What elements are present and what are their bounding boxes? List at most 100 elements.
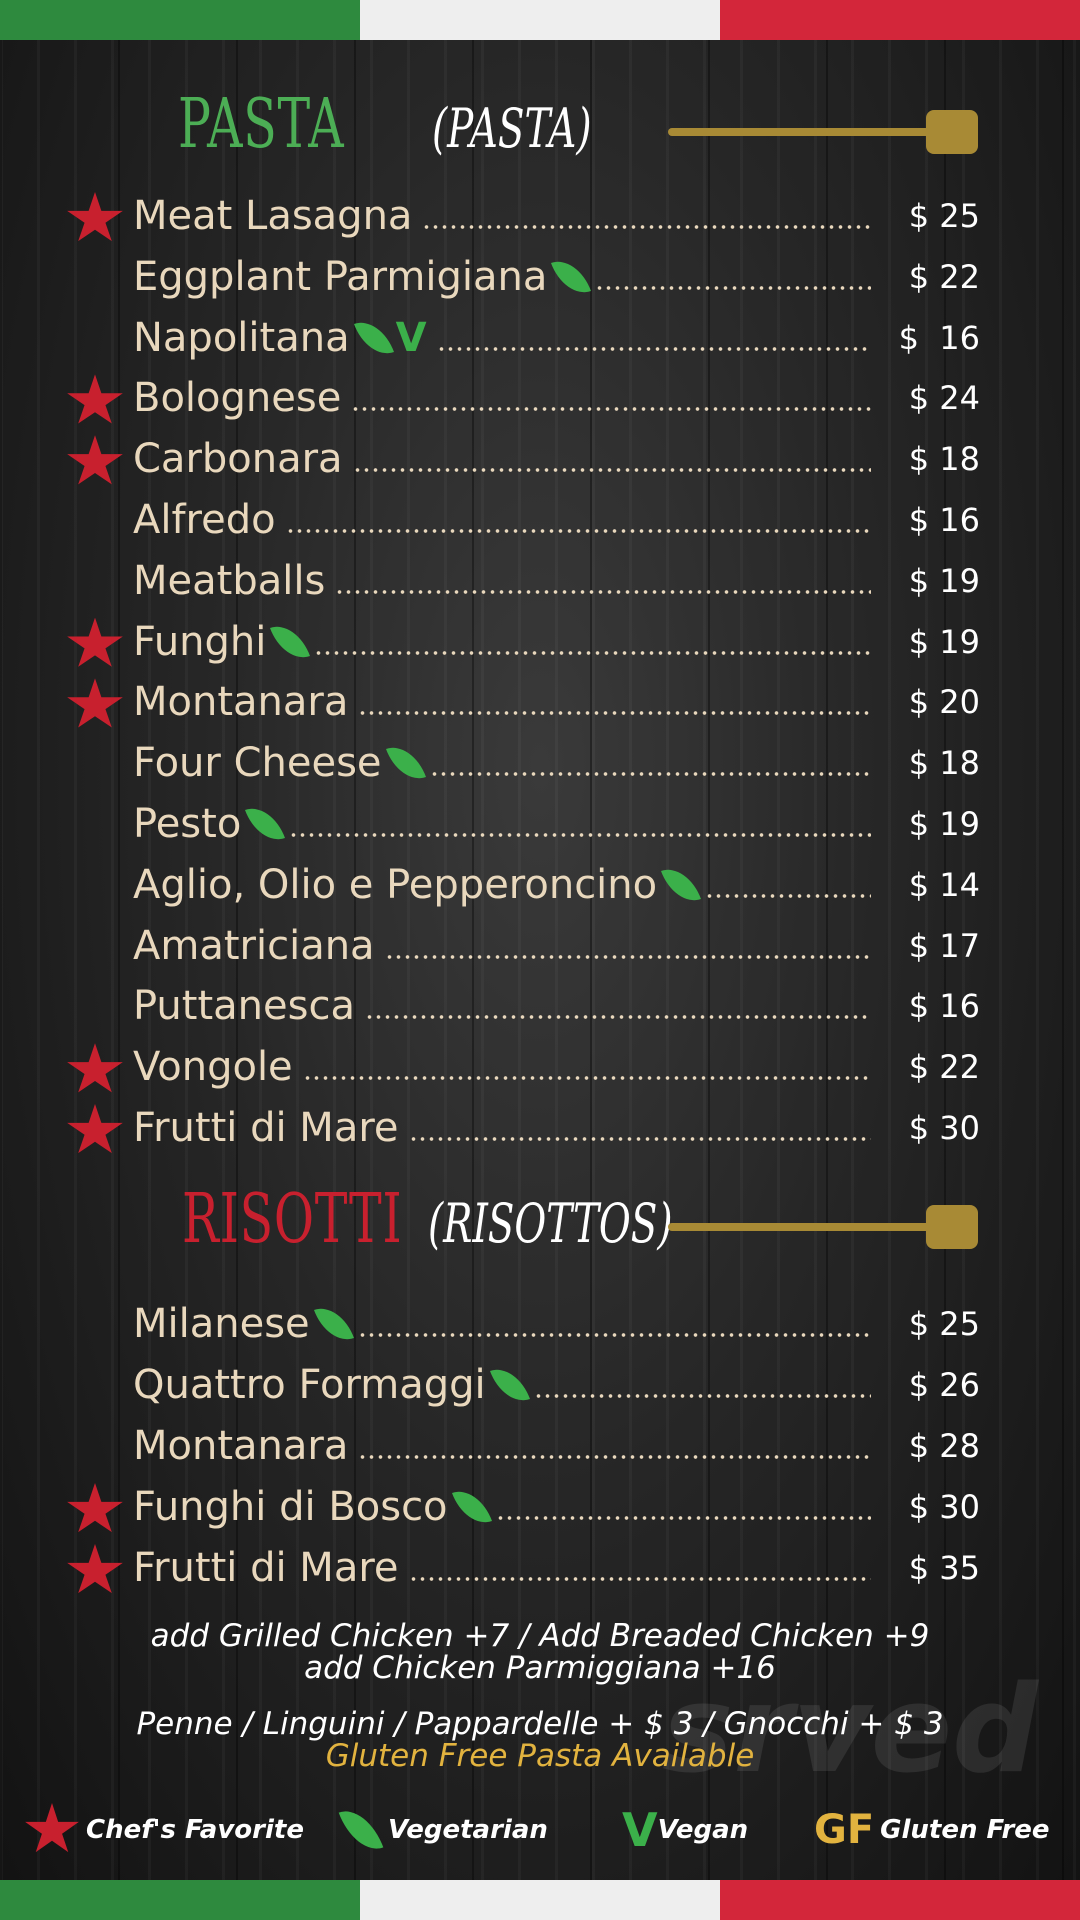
menu-item-name: Vongole bbox=[133, 1044, 293, 1091]
menu-item-label: Amatriciana bbox=[133, 918, 871, 974]
menu-item-name: Carbonara bbox=[133, 436, 343, 483]
menu-item: Montanara $ 20 bbox=[0, 674, 1080, 730]
menu-item-price: $ 30 bbox=[908, 1109, 980, 1147]
dot-leader bbox=[422, 224, 871, 230]
flag-green-stripe bbox=[0, 0, 360, 40]
menu-item-name: Alfredo bbox=[133, 497, 276, 543]
menu-item-price: $ 18 bbox=[908, 440, 980, 479]
menu-item: Aglio, Olio e Pepperoncino $ 14 bbox=[0, 857, 1080, 913]
menu-item-name: Bolognese bbox=[133, 375, 342, 422]
menu-item-name: Four Cheese bbox=[133, 740, 382, 787]
menu-item-name: Meatballs bbox=[133, 557, 326, 604]
menu-item-price: $ 22 bbox=[908, 257, 980, 296]
flag-white-stripe bbox=[360, 1880, 720, 1920]
red-star-icon bbox=[67, 1544, 123, 1594]
menu-item-label: Frutti di Mare bbox=[133, 1100, 871, 1156]
spoon-icon bbox=[668, 1203, 978, 1253]
legend-vegetarian-label: Vegetarian bbox=[388, 1815, 548, 1845]
flag-red-stripe bbox=[720, 1880, 1080, 1920]
legend-favorite-label: Chef's Favorite bbox=[86, 1815, 304, 1845]
menu-item-price: $ 35 bbox=[908, 1549, 980, 1587]
green-leaf-icon bbox=[338, 1802, 384, 1858]
menu-item: Puttanesca $ 16 bbox=[0, 978, 1080, 1034]
menu-item-label: Meat Lasagna bbox=[133, 188, 871, 244]
dot-leader bbox=[429, 771, 871, 778]
dot-leader bbox=[595, 284, 871, 291]
green-leaf-icon bbox=[313, 1300, 354, 1348]
dot-leader bbox=[408, 1576, 871, 1582]
menu-item: Bolognese $ 24 bbox=[0, 370, 1080, 426]
menu-item: Vongole $ 22 bbox=[0, 1039, 1080, 1095]
menu-item-label: Alfredo bbox=[133, 492, 871, 548]
dot-leader bbox=[364, 1014, 871, 1021]
green-v-icon: V bbox=[622, 1803, 658, 1857]
menu-item-label: Eggplant Parmigiana bbox=[133, 249, 871, 305]
legend-vegetarian: Vegetarian bbox=[338, 1800, 548, 1860]
dot-leader bbox=[285, 528, 871, 534]
risotti-section-header: RISOTTI (RISOTTOS) bbox=[0, 1170, 1080, 1280]
red-star-icon bbox=[67, 1104, 123, 1154]
gluten-free-note: Gluten Free Pasta Available bbox=[325, 1738, 755, 1774]
chicken-addon-note-2: add Chicken Parmiggiana +16 bbox=[304, 1650, 776, 1686]
flag-green-stripe bbox=[0, 1880, 360, 1920]
menu-item: Carbonara $ 18 bbox=[0, 431, 1080, 487]
menu-item-label: Pesto bbox=[133, 796, 871, 852]
menu-item-label: Puttanesca bbox=[133, 978, 871, 1034]
menu-item-name: Meat Lasagna bbox=[133, 193, 413, 239]
spoon-head bbox=[926, 1205, 978, 1249]
menu-item-label: Quattro Formaggi bbox=[133, 1357, 871, 1413]
flag-red-stripe bbox=[720, 0, 1080, 40]
spoon-handle bbox=[668, 1223, 938, 1231]
dot-leader bbox=[357, 1332, 871, 1338]
green-leaf-icon bbox=[270, 618, 311, 666]
gf-icon: GF bbox=[814, 1807, 875, 1853]
menu-item-name: Puttanesca bbox=[133, 983, 355, 1030]
green-leaf-icon bbox=[245, 800, 286, 848]
menu-item: Amatriciana $ 17 bbox=[0, 918, 1080, 974]
dot-leader bbox=[495, 1515, 871, 1521]
flag-white-stripe bbox=[360, 0, 720, 40]
legend-vegan-label: Vegan bbox=[657, 1815, 749, 1845]
menu-item-name: Frutti di Mare bbox=[133, 1545, 399, 1591]
menu-item-label: Montanara bbox=[133, 674, 871, 730]
menu-item-name: Aglio, Olio e Pepperoncino bbox=[133, 861, 658, 908]
menu-item-label: Montanara bbox=[133, 1418, 871, 1474]
menu-item: Frutti di Mare $ 30 bbox=[0, 1100, 1080, 1156]
menu-item: Montanara $ 28 bbox=[0, 1418, 1080, 1474]
menu-item-price: $ 14 bbox=[908, 865, 980, 904]
red-star-icon bbox=[67, 1483, 123, 1533]
dot-leader bbox=[384, 953, 871, 960]
risotti-subtitle: (RISOTTOS) bbox=[428, 1192, 673, 1255]
pasta-subtitle: (PASTA) bbox=[432, 97, 592, 160]
menu-item-price: $ 17 bbox=[908, 926, 980, 965]
menu-item-price: $ 24 bbox=[908, 379, 980, 418]
dot-leader bbox=[533, 1393, 871, 1399]
menu-item-name: Montanara bbox=[133, 1423, 349, 1469]
menu-item-name: Pesto bbox=[133, 801, 242, 847]
menu-item-price: $ 16 bbox=[898, 318, 980, 357]
red-star-icon bbox=[67, 192, 123, 242]
menu-item-label: Four Cheese bbox=[133, 735, 871, 791]
menu-item-price: $ 20 bbox=[908, 683, 980, 722]
menu-item-price: $ 30 bbox=[908, 1488, 980, 1526]
menu-item: Meatballs $ 19 bbox=[0, 553, 1080, 609]
dot-leader bbox=[302, 1075, 871, 1082]
pasta-section-header: PASTA (PASTA) bbox=[0, 75, 1080, 185]
pasta-options-note: Penne / Linguini / Pappardelle + $ 3 / G… bbox=[136, 1706, 944, 1742]
menu-item-name: Eggplant Parmigiana bbox=[133, 253, 548, 300]
menu-item: Funghi di Bosco $ 30 bbox=[0, 1479, 1080, 1535]
menu-item-name: Frutti di Mare bbox=[133, 1105, 399, 1151]
red-star-icon bbox=[67, 435, 123, 485]
menu-item: Milanese $ 25 bbox=[0, 1296, 1080, 1352]
red-star-icon bbox=[25, 1803, 79, 1853]
pasta-title: PASTA bbox=[178, 85, 345, 164]
chicken-addon-note-1: add Grilled Chicken +7 / Add Breaded Chi… bbox=[150, 1618, 930, 1654]
dot-leader bbox=[358, 1454, 871, 1460]
menu-item: Funghi $ 19 bbox=[0, 614, 1080, 670]
red-star-icon bbox=[67, 678, 123, 728]
legend-vegan: V Vegan bbox=[622, 1800, 748, 1860]
legend-favorite: Chef's Favorite bbox=[24, 1800, 304, 1860]
spoon-icon bbox=[668, 108, 978, 158]
menu-item-label: Vongole bbox=[133, 1039, 871, 1095]
menu-item-label: Bolognese bbox=[133, 370, 871, 426]
